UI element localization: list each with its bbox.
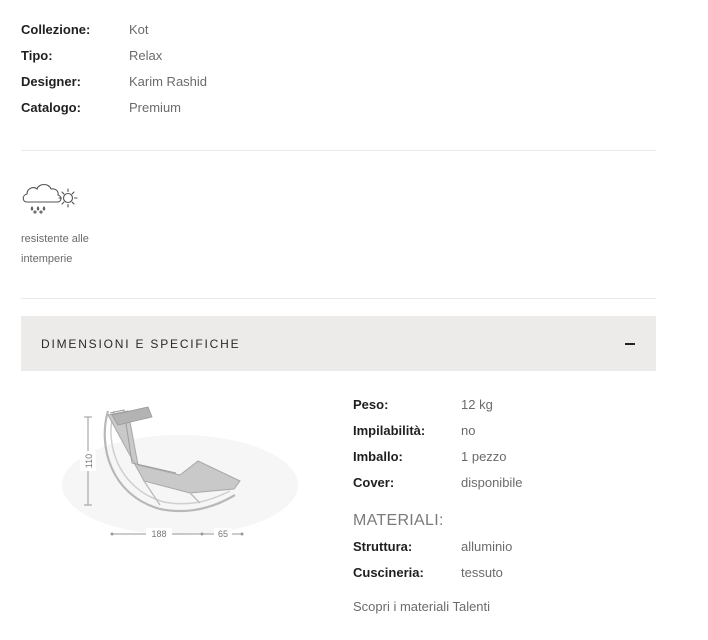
spec-row-catalogo: Catalogo: Premium xyxy=(21,94,421,120)
detail-value: no xyxy=(461,422,476,438)
detail-key: Cover: xyxy=(353,474,395,490)
detail-row-imballo: Imballo: 1 pezzo xyxy=(353,443,673,469)
spec-value: Relax xyxy=(129,47,163,63)
feature-label: resistente alle intemperie xyxy=(21,233,89,265)
dimensions-accordion-toggle[interactable]: DIMENSIONI E SPECIFICHE xyxy=(21,316,656,371)
minus-icon[interactable] xyxy=(625,342,635,345)
section-divider xyxy=(21,150,656,151)
detail-key: Imballo: xyxy=(353,448,403,464)
detail-row-cuscineria: Cuscineria: tessuto xyxy=(353,559,673,585)
materials-link[interactable]: Scopri i materiali Talenti xyxy=(353,599,673,614)
product-spec-list: Collezione: Kot Tipo: Relax Designer: Ka… xyxy=(21,16,421,120)
extra-dimension-label: 65 xyxy=(218,529,228,539)
detail-value: alluminio xyxy=(461,538,513,554)
spec-row-designer: Designer: Karim Rashid xyxy=(21,68,421,94)
spec-key: Collezione: xyxy=(21,21,91,37)
weather-resistant-icon xyxy=(22,183,78,214)
spec-value: Kot xyxy=(129,21,149,37)
detail-value: disponibile xyxy=(461,474,523,490)
height-dimension-label: 110 xyxy=(84,454,94,468)
product-dimension-drawing: 110 188 65 xyxy=(62,406,298,540)
detail-key: Impilabilità: xyxy=(353,422,426,438)
detail-value: 12 kg xyxy=(461,396,493,412)
spec-value: Premium xyxy=(129,99,182,115)
spec-value: Karim Rashid xyxy=(129,73,208,89)
length-dimension-label: 188 xyxy=(151,529,166,539)
detail-key: Cuscineria: xyxy=(353,564,424,580)
spec-key: Designer: xyxy=(21,73,81,89)
accordion-title: DIMENSIONI E SPECIFICHE xyxy=(41,336,241,351)
spec-key: Catalogo: xyxy=(21,99,81,115)
product-details: Peso: 12 kg Impilabilità: no Imballo: 1 … xyxy=(353,391,673,615)
detail-row-struttura: Struttura: alluminio xyxy=(353,533,673,559)
spec-row-tipo: Tipo: Relax xyxy=(21,42,421,68)
section-divider xyxy=(21,298,656,299)
detail-row-cover: Cover: disponibile xyxy=(353,469,673,495)
detail-key: Peso: xyxy=(353,396,389,412)
spec-key: Tipo: xyxy=(21,47,53,63)
detail-row-impilabilita: Impilabilità: no xyxy=(353,417,673,443)
detail-key: Struttura: xyxy=(353,538,413,554)
detail-value: tessuto xyxy=(461,564,503,580)
detail-value: 1 pezzo xyxy=(461,448,507,464)
feature-weather-resistant: resistente alle intemperie xyxy=(21,180,141,269)
detail-row-peso: Peso: 12 kg xyxy=(353,391,673,417)
materials-heading: MATERIALI: xyxy=(353,512,444,529)
spec-row-collezione: Collezione: Kot xyxy=(21,16,421,42)
